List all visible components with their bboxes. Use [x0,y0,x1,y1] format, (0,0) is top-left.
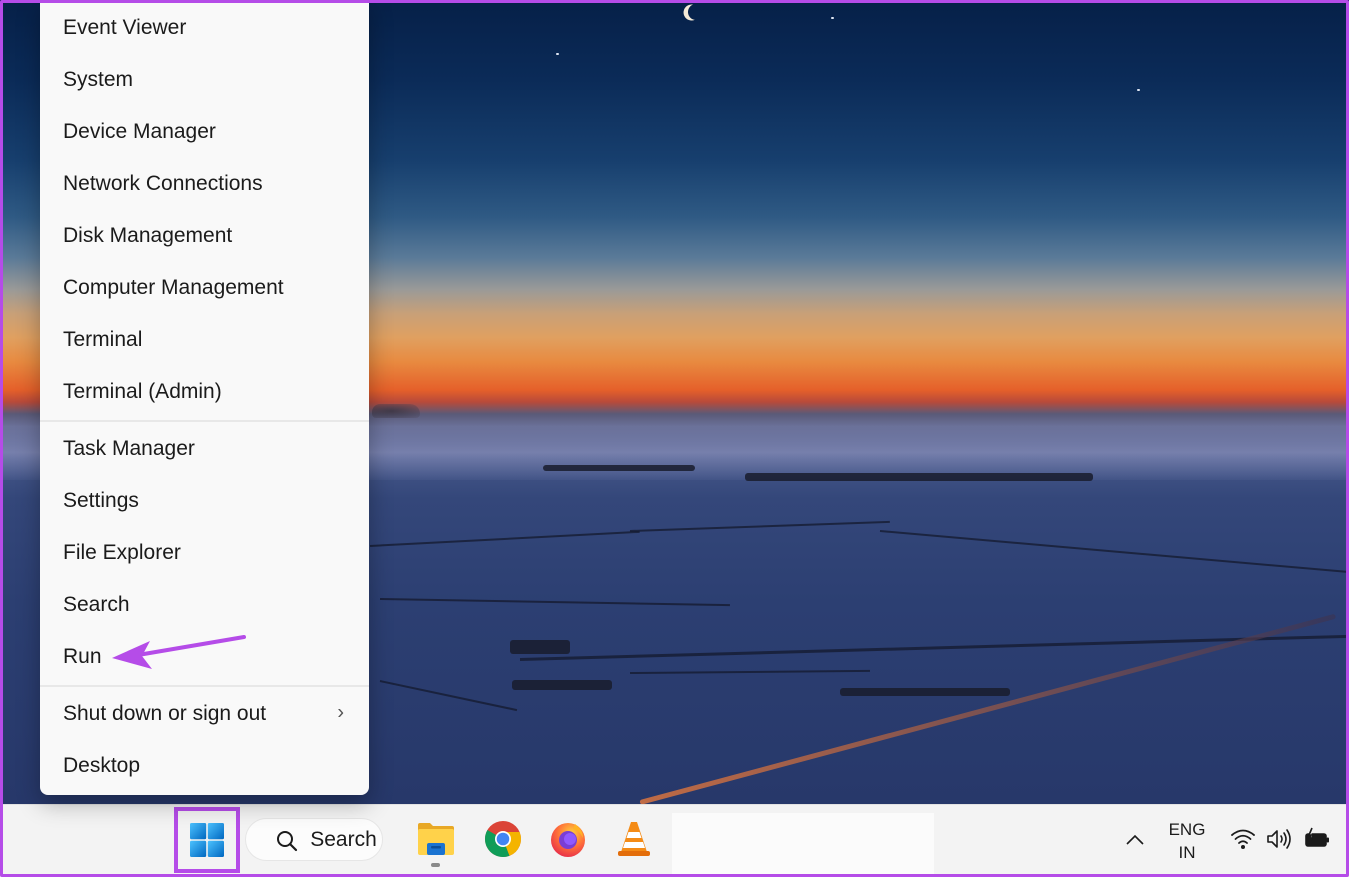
menu-item-shut-down-or-sign-out[interactable]: Shut down or sign out › [40,691,369,737]
redacted-area [672,813,934,875]
stone-wall [629,669,870,674]
star [556,53,559,55]
taskbar-app-vlc[interactable] [608,805,660,873]
moon [686,2,707,23]
stone-wall [879,530,1348,573]
menu-item-label: Settings [63,489,139,512]
menu-item-system[interactable]: System [40,57,369,103]
tree-line [510,640,570,654]
star [1137,89,1140,91]
stone-wall [369,530,640,547]
running-indicator [431,863,440,867]
tree-line [745,473,1093,481]
stone-wall [629,520,890,532]
menu-item-label: System [63,68,134,91]
annotation-arrow-icon [112,635,246,669]
tree-line [840,688,1010,696]
menu-item-label: Shut down or sign out [63,702,267,725]
stone-wall [379,598,730,607]
menu-item-label: Search [63,593,130,616]
star [831,17,834,19]
menu-item-label: Event Viewer [63,16,187,39]
menu-item-label: Network Connections [63,172,263,195]
chevron-up-icon[interactable] [1124,829,1146,851]
menu-item-label: File Explorer [63,541,181,564]
file-explorer-icon [418,823,454,855]
smoke-plume [372,404,420,418]
road [639,613,1337,804]
stone-wall [379,680,518,712]
language-indicator[interactable]: ENG IN [1160,818,1214,864]
menu-item-disk-management[interactable]: Disk Management [40,213,369,259]
search-label: Search [310,827,377,851]
menu-item-label: Device Manager [63,120,216,143]
menu-item-label: Disk Management [63,224,233,247]
menu-item-network-connections[interactable]: Network Connections [40,161,369,207]
menu-divider [40,685,369,687]
firefox-icon [551,823,585,857]
menu-item-device-manager[interactable]: Device Manager [40,109,369,155]
start-button[interactable] [174,807,240,873]
menu-item-computer-management[interactable]: Computer Management [40,265,369,311]
battery-charging-icon[interactable] [1303,827,1331,851]
chrome-icon [484,821,522,858]
language-code: ENG [1168,820,1206,839]
wifi-icon[interactable] [1230,827,1256,851]
menu-item-desktop[interactable]: Desktop [40,743,369,789]
menu-item-settings[interactable]: Settings [40,478,369,524]
taskbar-app-chrome[interactable] [477,805,529,873]
menu-item-label: Computer Management [63,276,284,299]
taskbar: Search ENG IN [0,804,1349,877]
menu-divider [40,420,369,422]
region-code: IN [1178,843,1196,862]
menu-item-task-manager[interactable]: Task Manager [40,426,369,472]
menu-item-search[interactable]: Search [40,582,369,628]
menu-item-file-explorer[interactable]: File Explorer [40,530,369,576]
menu-item-label: Terminal (Admin) [63,380,222,403]
quick-link-menu: Event Viewer System Device Manager Netwo… [40,0,369,795]
taskbar-search-box[interactable]: Search [245,818,383,861]
menu-item-label: Task Manager [63,437,195,460]
tree-line [543,465,695,471]
chevron-right-icon: › [337,701,344,724]
search-icon [277,831,298,852]
vlc-icon [618,822,650,856]
menu-item-label: Terminal [63,328,143,351]
menu-item-event-viewer[interactable]: Event Viewer [40,5,369,51]
taskbar-app-firefox[interactable] [542,805,594,873]
menu-item-terminal-admin[interactable]: Terminal (Admin) [40,369,369,415]
windows-logo-icon [190,823,224,857]
menu-item-terminal[interactable]: Terminal [40,317,369,363]
menu-item-label: Desktop [63,754,141,777]
menu-item-label: Run [63,645,102,668]
tree-line [512,680,612,690]
volume-icon[interactable] [1265,827,1293,851]
